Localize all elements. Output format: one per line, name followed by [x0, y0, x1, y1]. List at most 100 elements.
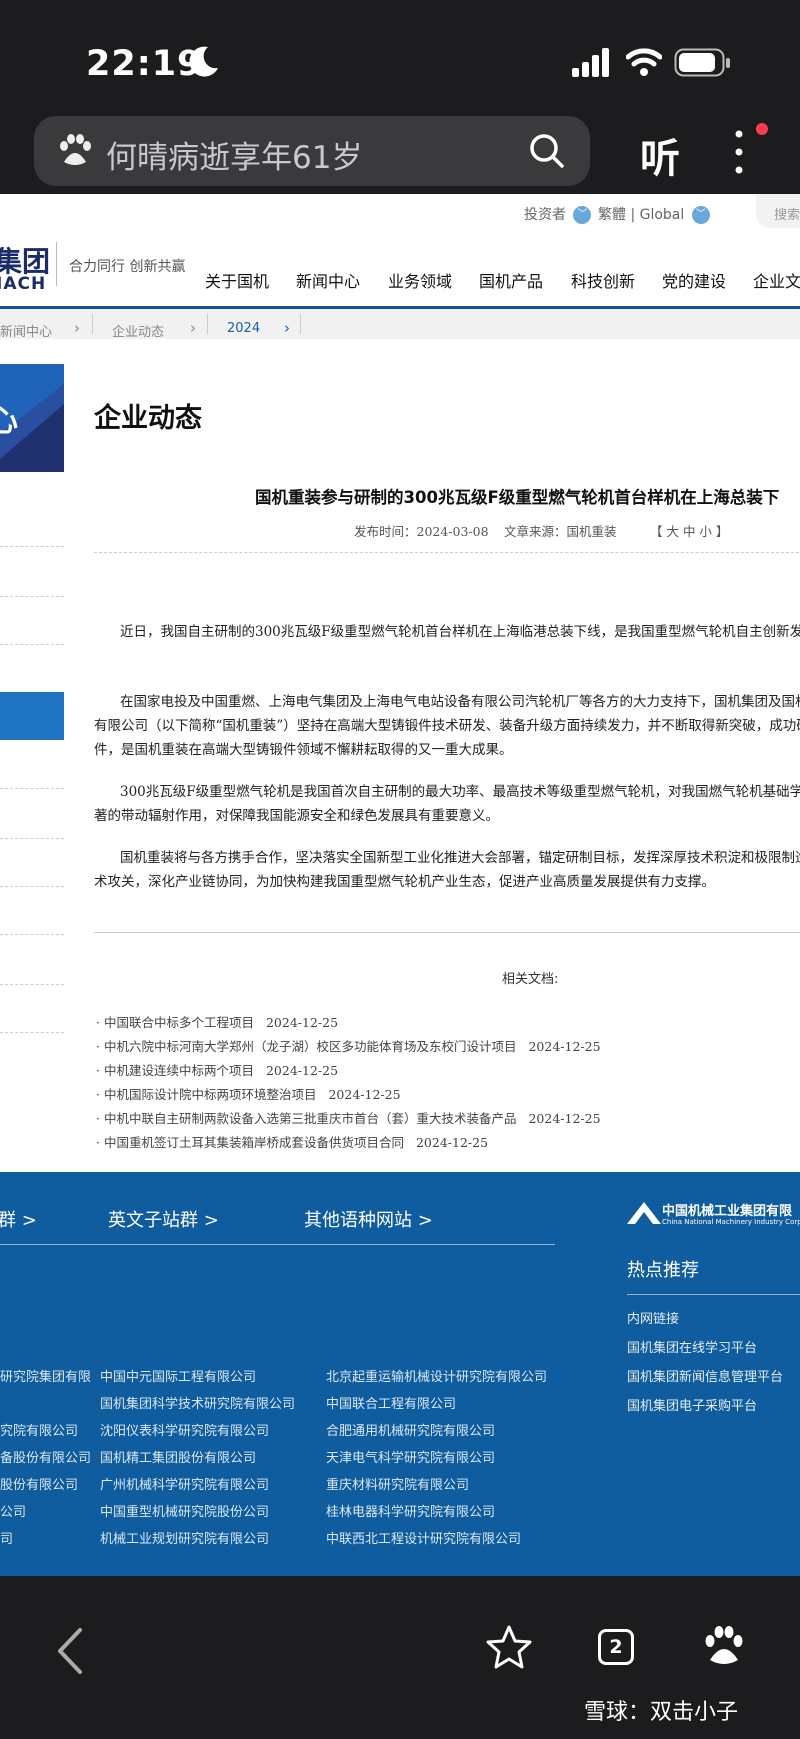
hot-link[interactable]: 国机集团新闻信息管理平台	[627, 1366, 783, 1385]
search-query-text: 何晴病逝享年61岁	[106, 140, 363, 176]
site-search-box[interactable]: 搜索	[756, 194, 800, 228]
nav-products[interactable]: 国机产品	[479, 268, 543, 292]
sidebar-divider	[0, 838, 64, 839]
article-title: 国机重装参与研制的300兆瓦级F级重型燃气轮机首台样机在上海总装下	[255, 488, 780, 507]
language-switch[interactable]: 繁體 | Global ﹀	[598, 204, 710, 224]
footer-link[interactable]: 股份有限公司	[0, 1474, 78, 1493]
footer-link[interactable]: 究院有限公司	[0, 1420, 78, 1439]
investor-link[interactable]: 投资者 ﹀	[524, 204, 592, 224]
related-item-title: 中机六院中标河南大学郑州（龙子湖）校区多功能体育场及东校门设计项目	[103, 1039, 517, 1054]
section-title: 企业动态	[94, 403, 202, 434]
logo-divider	[56, 242, 57, 286]
footer-link[interactable]: 沈阳仪表科学研究院有限公司	[100, 1420, 269, 1439]
footer-tab-other-lang[interactable]: 其他语种网站 >	[304, 1206, 433, 1232]
article-paragraph: 300兆瓦级F级重型燃气轮机是我国首次自主研制的最大功率、最高技术等级重型燃气轮…	[120, 784, 800, 800]
back-icon[interactable]	[52, 1626, 88, 1676]
related-item[interactable]: · 中机六院中标河南大学郑州（龙子湖）校区多功能体育场及东校门设计项目 2024-…	[96, 1036, 601, 1055]
related-item[interactable]: · 中国联合中标多个工程项目 2024-12-25	[96, 1012, 338, 1031]
footer-link[interactable]: 中国联合工程有限公司	[326, 1393, 456, 1412]
tabs-button[interactable]: 2	[598, 1629, 634, 1665]
more-menu-icon[interactable]	[728, 120, 768, 180]
hot-link[interactable]: 国机集团在线学习平台	[627, 1337, 757, 1356]
investor-label: 投资者	[524, 207, 566, 223]
crumb-divider	[92, 314, 93, 334]
footer-link[interactable]: 国机精工集团股份有限公司	[100, 1447, 256, 1466]
nav-business[interactable]: 业务领域	[388, 268, 452, 292]
logo-en: IACH	[0, 274, 47, 294]
listen-button[interactable]: 听	[640, 126, 680, 184]
breadcrumb-news[interactable]: 新闻中心	[0, 321, 52, 340]
related-title: 相关文档:	[502, 972, 559, 987]
footer-link[interactable]: 中国重型机械研究院股份公司	[100, 1501, 269, 1520]
footer-tab-english[interactable]: 英文子站群 >	[108, 1206, 219, 1232]
footer-tab-divider	[0, 1244, 555, 1245]
footer-link[interactable]: 天津电气科学研究院有限公司	[326, 1447, 495, 1466]
tab-count: 2	[609, 1636, 623, 1658]
favorite-star-icon[interactable]	[486, 1624, 532, 1670]
breadcrumb-company-news[interactable]: 企业动态	[112, 321, 164, 340]
article-paragraph: 近日，我国自主研制的300兆瓦级F级重型燃气轮机首台样机在上海临港总装下线，是我…	[120, 624, 800, 640]
sidebar-divider	[0, 934, 64, 935]
article-paragraph: 件，是国机重装在高端大型铸锻件领域不懈耕耘取得的又一重大成果。	[94, 742, 513, 758]
footer-link[interactable]: 中国中元国际工程有限公司	[100, 1366, 256, 1385]
search-bar[interactable]: 何晴病逝享年61岁	[34, 116, 590, 186]
related-item-date: 2024-12-25	[528, 1111, 601, 1126]
web-page: 投资者 ﹀ 繁體 | Global ﹀ 搜索 集团 IACH 合力同行 创新共赢…	[0, 194, 800, 1172]
related-item[interactable]: · 中机建设连续中标两个项目 2024-12-25	[96, 1060, 338, 1079]
footer-link[interactable]: 备股份有限公司	[0, 1447, 91, 1466]
related-item-title: 中机中联自主研制两款设备入选第三批重庆市首台（套）重大技术装备产品	[103, 1111, 517, 1126]
related-item[interactable]: · 中机中联自主研制两款设备入选第三批重庆市首台（套）重大技术装备产品 2024-…	[96, 1108, 601, 1127]
related-item[interactable]: · 中机国际设计院中标两项环境整治项目 2024-12-25	[96, 1084, 401, 1103]
sinomach-logo-icon	[627, 1202, 661, 1224]
footer-brand-en: China National Machinery Industry Corp	[662, 1218, 800, 1226]
related-item-title: 中机国际设计院中标两项环境整治项目	[103, 1087, 317, 1102]
footer-link[interactable]: 机械工业规划研究院有限公司	[100, 1528, 269, 1547]
footer-link[interactable]: 公司	[0, 1501, 26, 1520]
banner-char: 心	[0, 404, 18, 439]
article-paragraph: 有限公司（以下简称“国机重装”）坚持在高端大型铸锻件技术研发、装备升级方面持续发…	[94, 718, 800, 734]
footer-link[interactable]: 重庆材料研究院有限公司	[326, 1474, 469, 1493]
wifi-icon	[626, 48, 662, 76]
baidu-home-icon[interactable]	[702, 1624, 746, 1668]
footer-link[interactable]: 国机集团科学技术研究院有限公司	[100, 1393, 295, 1412]
font-size-switch[interactable]: 【 大 中 小 】	[650, 521, 728, 540]
meta-divider	[94, 552, 800, 553]
related-item[interactable]: · 中国重机签订土耳其集装箱岸桥成套设备供货项目合同 2024-12-25	[96, 1132, 488, 1151]
sidebar-divider	[0, 546, 64, 547]
signal-icon	[572, 48, 609, 77]
hot-link[interactable]: 国机集团电子采购平台	[627, 1395, 757, 1414]
footer-link[interactable]: 广州机械科学研究院有限公司	[100, 1474, 269, 1493]
article-source: 文章来源：国机重装	[504, 524, 617, 539]
chevron-right-icon: ›	[190, 319, 196, 337]
related-item-title: 中机建设连续中标两个项目	[103, 1063, 254, 1078]
nav-party[interactable]: 党的建设	[662, 268, 726, 292]
chevron-down-icon: ﹀	[691, 206, 710, 224]
baidu-paw-icon	[60, 134, 91, 165]
search-icon[interactable]	[528, 132, 566, 170]
nav-news[interactable]: 新闻中心	[296, 268, 360, 292]
sidebar-item-active[interactable]	[0, 692, 64, 740]
related-item-date: 2024-12-25	[265, 1063, 339, 1078]
status-bar: 22:19	[0, 0, 800, 110]
hot-link[interactable]: 内网链接	[627, 1308, 679, 1327]
footer-link[interactable]: 司	[0, 1528, 13, 1547]
breadcrumb-year[interactable]: 2024	[227, 321, 260, 336]
footer-link[interactable]: 北京起重运输机械设计研究院有限公司	[326, 1366, 547, 1385]
related-item-date: 2024-12-25	[265, 1015, 339, 1030]
nav-culture[interactable]: 企业文	[753, 268, 800, 292]
chevron-down-icon: ﹀	[573, 206, 592, 224]
browser-bottom-bar: 2 雪球：双击小子	[0, 1576, 800, 1739]
nav-about[interactable]: 关于国机	[205, 268, 269, 292]
sidebar-divider	[0, 1032, 64, 1033]
sidebar-divider	[0, 596, 64, 597]
language-label: 繁體 | Global	[598, 207, 685, 223]
site-footer: 群 > 英文子站群 > 其他语种网站 > 中国机械工业集团有限 China Na…	[0, 1172, 800, 1576]
nav-tech[interactable]: 科技创新	[571, 268, 635, 292]
crumb-divider	[207, 314, 208, 334]
footer-link[interactable]: 桂林电器科学研究院有限公司	[326, 1501, 495, 1520]
footer-link[interactable]: 合肥通用机械研究院有限公司	[326, 1420, 495, 1439]
footer-link[interactable]: 研究院集团有限	[0, 1366, 91, 1385]
footer-link[interactable]: 中联西北工程设计研究院有限公司	[326, 1528, 521, 1547]
hot-divider	[627, 1294, 800, 1295]
footer-tab-group[interactable]: 群 >	[0, 1206, 37, 1232]
